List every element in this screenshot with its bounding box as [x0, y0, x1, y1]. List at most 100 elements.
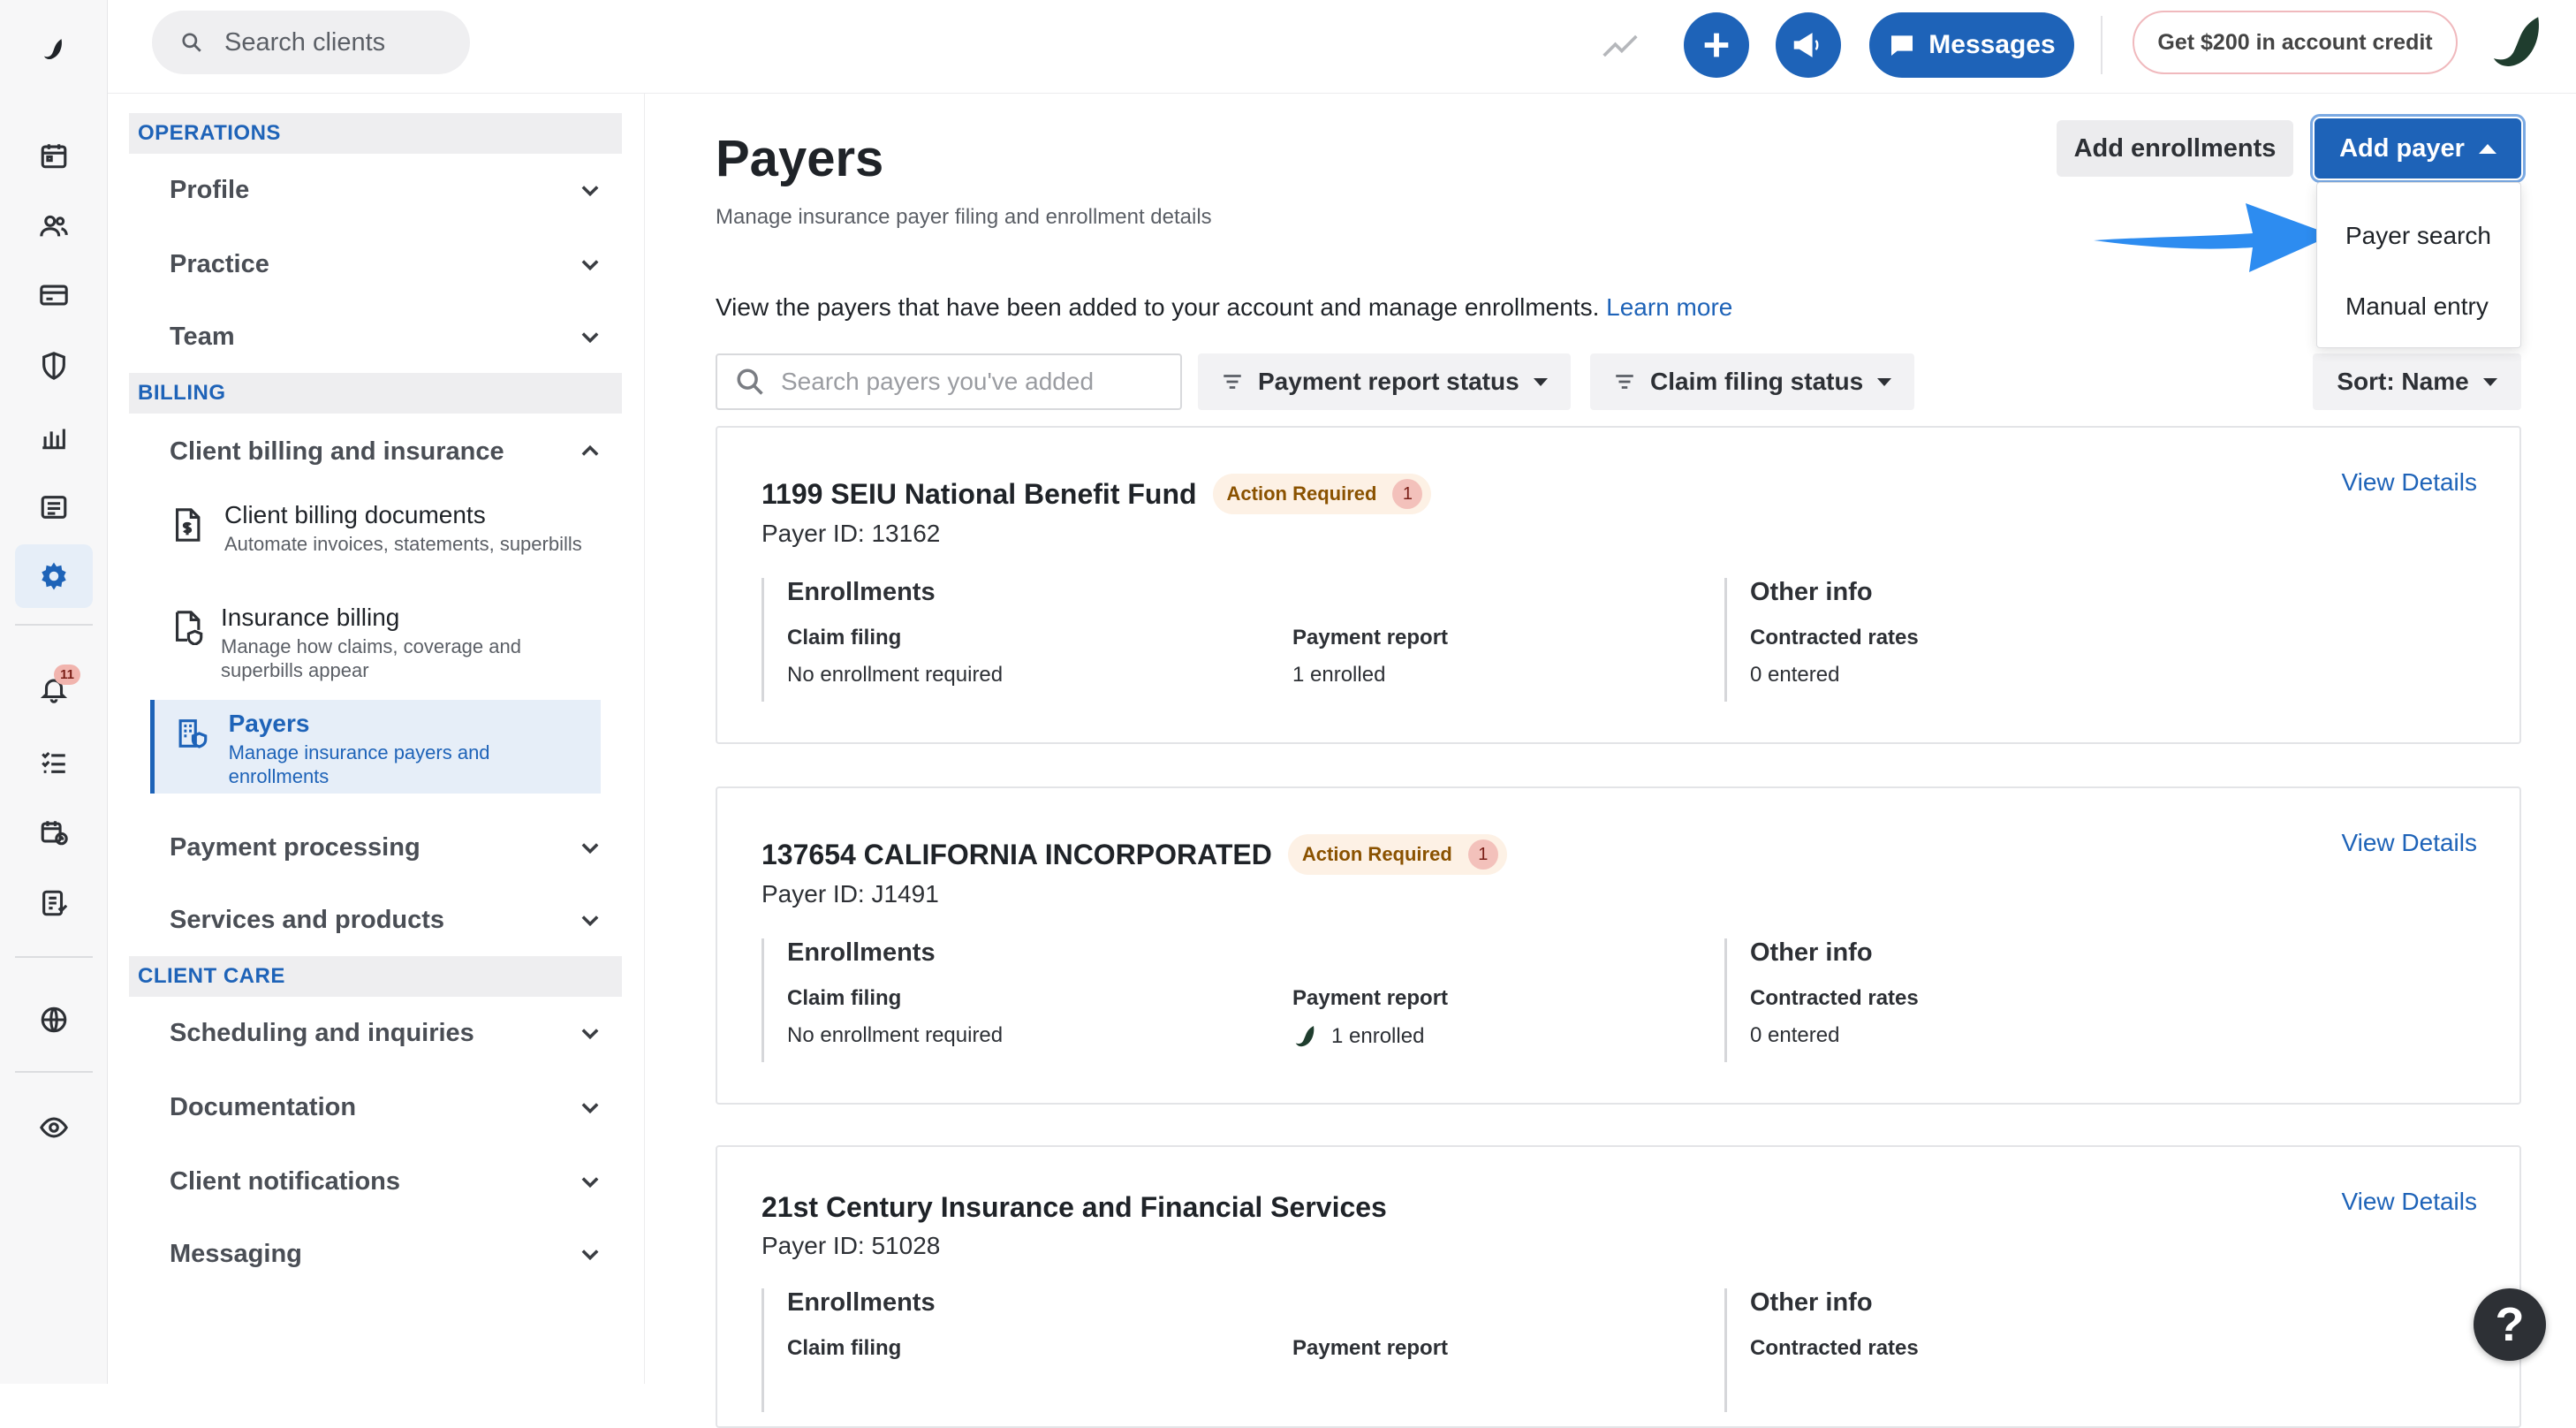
chat-icon [1891, 35, 1913, 56]
badge-count: 1 [1467, 839, 1498, 870]
website-nav[interactable] [15, 988, 93, 1052]
nav-item-client-billing-and-insurance[interactable]: Client billing and insurance [129, 421, 622, 482]
insurance-nav[interactable] [15, 334, 93, 398]
sub-item-title: Client billing documents [224, 501, 486, 528]
document-shield-icon [171, 610, 203, 649]
add-payer-button[interactable]: Add payer [2310, 114, 2526, 183]
client-search-placeholder: Search clients [224, 27, 386, 57]
billing-nav[interactable] [15, 263, 93, 327]
chevron-down-icon [581, 915, 599, 927]
other-info-section: Other info Contracted rates [1724, 1288, 2431, 1412]
nav-item-label: Payment processing [170, 832, 420, 862]
page-title: Payers [716, 130, 884, 187]
payer-name-row: 137654 CALIFORNIA INCORPORATED Action Re… [761, 834, 1507, 875]
badge-label: Action Required [1301, 843, 1452, 865]
chevron-down-icon [581, 1250, 599, 1261]
field-value-with-logo: 1 enrolled [1292, 1023, 1448, 1050]
sub-item-description: Manage how claims, coverage and superbil… [221, 635, 521, 681]
enrollments-title: Enrollments [787, 578, 936, 606]
nav-item-client-notifications[interactable]: Client notifications [129, 1151, 622, 1212]
payer-search-input[interactable]: Search payers you've added [716, 353, 1182, 410]
building-shield-icon [176, 716, 211, 755]
filter-label: Payment report status [1258, 368, 1519, 395]
caret-up-icon [2478, 143, 2496, 154]
payer-card: 137654 CALIFORNIA INCORPORATED Action Re… [716, 786, 2521, 1105]
field-label: Claim filing [787, 626, 902, 649]
nav-item-services-and-products[interactable]: Services and products [129, 889, 622, 951]
dropdown-item-payer-search[interactable]: Payer search [2317, 201, 2520, 271]
action-required-badge: Action Required 1 [1287, 834, 1507, 875]
chevron-down-icon [581, 186, 599, 197]
payer-name-row: 1199 SEIU National Benefit Fund Action R… [761, 474, 1432, 514]
search-icon [737, 368, 763, 395]
rail-divider [15, 1071, 93, 1073]
globe-icon [41, 1006, 67, 1033]
dropdown-item-manual-entry[interactable]: Manual entry [2317, 271, 2520, 342]
view-details-link[interactable]: View Details [2341, 468, 2477, 497]
intro-text-body: View the payers that have been added to … [716, 293, 1600, 321]
messages-button[interactable]: Messages [1869, 12, 2074, 78]
field-value: 1 enrolled [1292, 663, 1386, 687]
tasks-nav[interactable] [15, 730, 93, 794]
nav-item-messaging[interactable]: Messaging [129, 1223, 622, 1285]
other-info-title: Other info [1750, 578, 1873, 606]
action-required-badge: Action Required 1 [1212, 474, 1432, 514]
claim-filing-field: Claim filing No enrollment required [787, 986, 1003, 1048]
reports-nav[interactable] [15, 475, 93, 539]
field-label: Contracted rates [1750, 1336, 1919, 1360]
sub-item-insurance-billing[interactable]: Insurance billing Manage how claims, cov… [150, 594, 601, 691]
view-details-link[interactable]: View Details [2341, 829, 2477, 857]
sub-item-payers[interactable]: Payers Manage insurance payers and enrol… [150, 700, 601, 794]
claim-filing-status-filter[interactable]: Claim filing status [1590, 353, 1915, 410]
view-details-link[interactable]: View Details [2341, 1188, 2477, 1216]
app-logo[interactable] [15, 18, 93, 81]
messages-label: Messages [1928, 30, 2056, 59]
account-credit-button[interactable]: Get $200 in account credit [2133, 11, 2458, 74]
calendar-nav[interactable] [15, 124, 93, 187]
notifications-nav[interactable]: 11 [15, 657, 93, 721]
create-new-button[interactable] [1684, 12, 1749, 78]
nav-item-label: Services and products [170, 905, 445, 934]
nav-item-label: Documentation [170, 1092, 357, 1121]
payment-report-status-filter[interactable]: Payment report status [1198, 353, 1571, 410]
sub-item-client-billing-documents[interactable]: Client billing documents Automate invoic… [150, 491, 601, 565]
trend-icon[interactable] [1601, 27, 1640, 65]
help-button[interactable]: ? [2474, 1288, 2546, 1361]
learn-more-link[interactable]: Learn more [1606, 293, 1732, 321]
settings-nav-button[interactable] [15, 544, 93, 608]
shield-icon [42, 352, 65, 380]
schedule-nav[interactable] [15, 801, 93, 864]
document-list-icon [42, 890, 68, 916]
nav-item-label: Scheduling and inquiries [170, 1018, 474, 1047]
add-enrollments-button[interactable]: Add enrollments [2057, 120, 2293, 177]
contracted-rates-field: Contracted rates 0 entered [1750, 986, 1919, 1048]
analytics-nav[interactable] [15, 405, 93, 468]
eye-icon [40, 1117, 68, 1138]
plus-icon [1704, 33, 1729, 57]
chevron-down-icon [581, 260, 599, 271]
clients-nav[interactable] [15, 194, 93, 258]
payer-id: Payer ID: 51028 [761, 1232, 941, 1259]
nav-item-team[interactable]: Team [129, 306, 622, 368]
preview-nav[interactable] [15, 1096, 93, 1159]
nav-item-documentation[interactable]: Documentation [129, 1076, 622, 1138]
notification-count-badge: 11 [54, 665, 80, 685]
payment-report-field: Payment report 1 enrolled [1292, 986, 1448, 1050]
announcements-button[interactable] [1776, 12, 1841, 78]
payer-name-row: 21st Century Insurance and Financial Ser… [761, 1191, 1387, 1224]
nav-item-practice[interactable]: Practice [129, 233, 622, 295]
field-value: 1 enrolled [1331, 1024, 1425, 1048]
caret-down-icon [1877, 377, 1892, 386]
client-search-input[interactable]: Search clients [152, 11, 470, 74]
nav-item-scheduling-and-inquiries[interactable]: Scheduling and inquiries [129, 1002, 622, 1064]
documents-nav[interactable] [15, 871, 93, 935]
nav-item-profile[interactable]: Profile [129, 159, 622, 221]
account-avatar[interactable] [2484, 11, 2548, 74]
nav-item-payment-processing[interactable]: Payment processing [129, 817, 622, 878]
sort-button[interactable]: Sort: Name [2313, 353, 2521, 410]
sub-item-title: Insurance billing [221, 604, 400, 631]
field-value: No enrollment required [787, 1023, 1004, 1047]
megaphone-icon [1793, 33, 1819, 57]
nav-item-label: Profile [170, 175, 250, 204]
contracted-rates-field: Contracted rates [1750, 1336, 1919, 1361]
